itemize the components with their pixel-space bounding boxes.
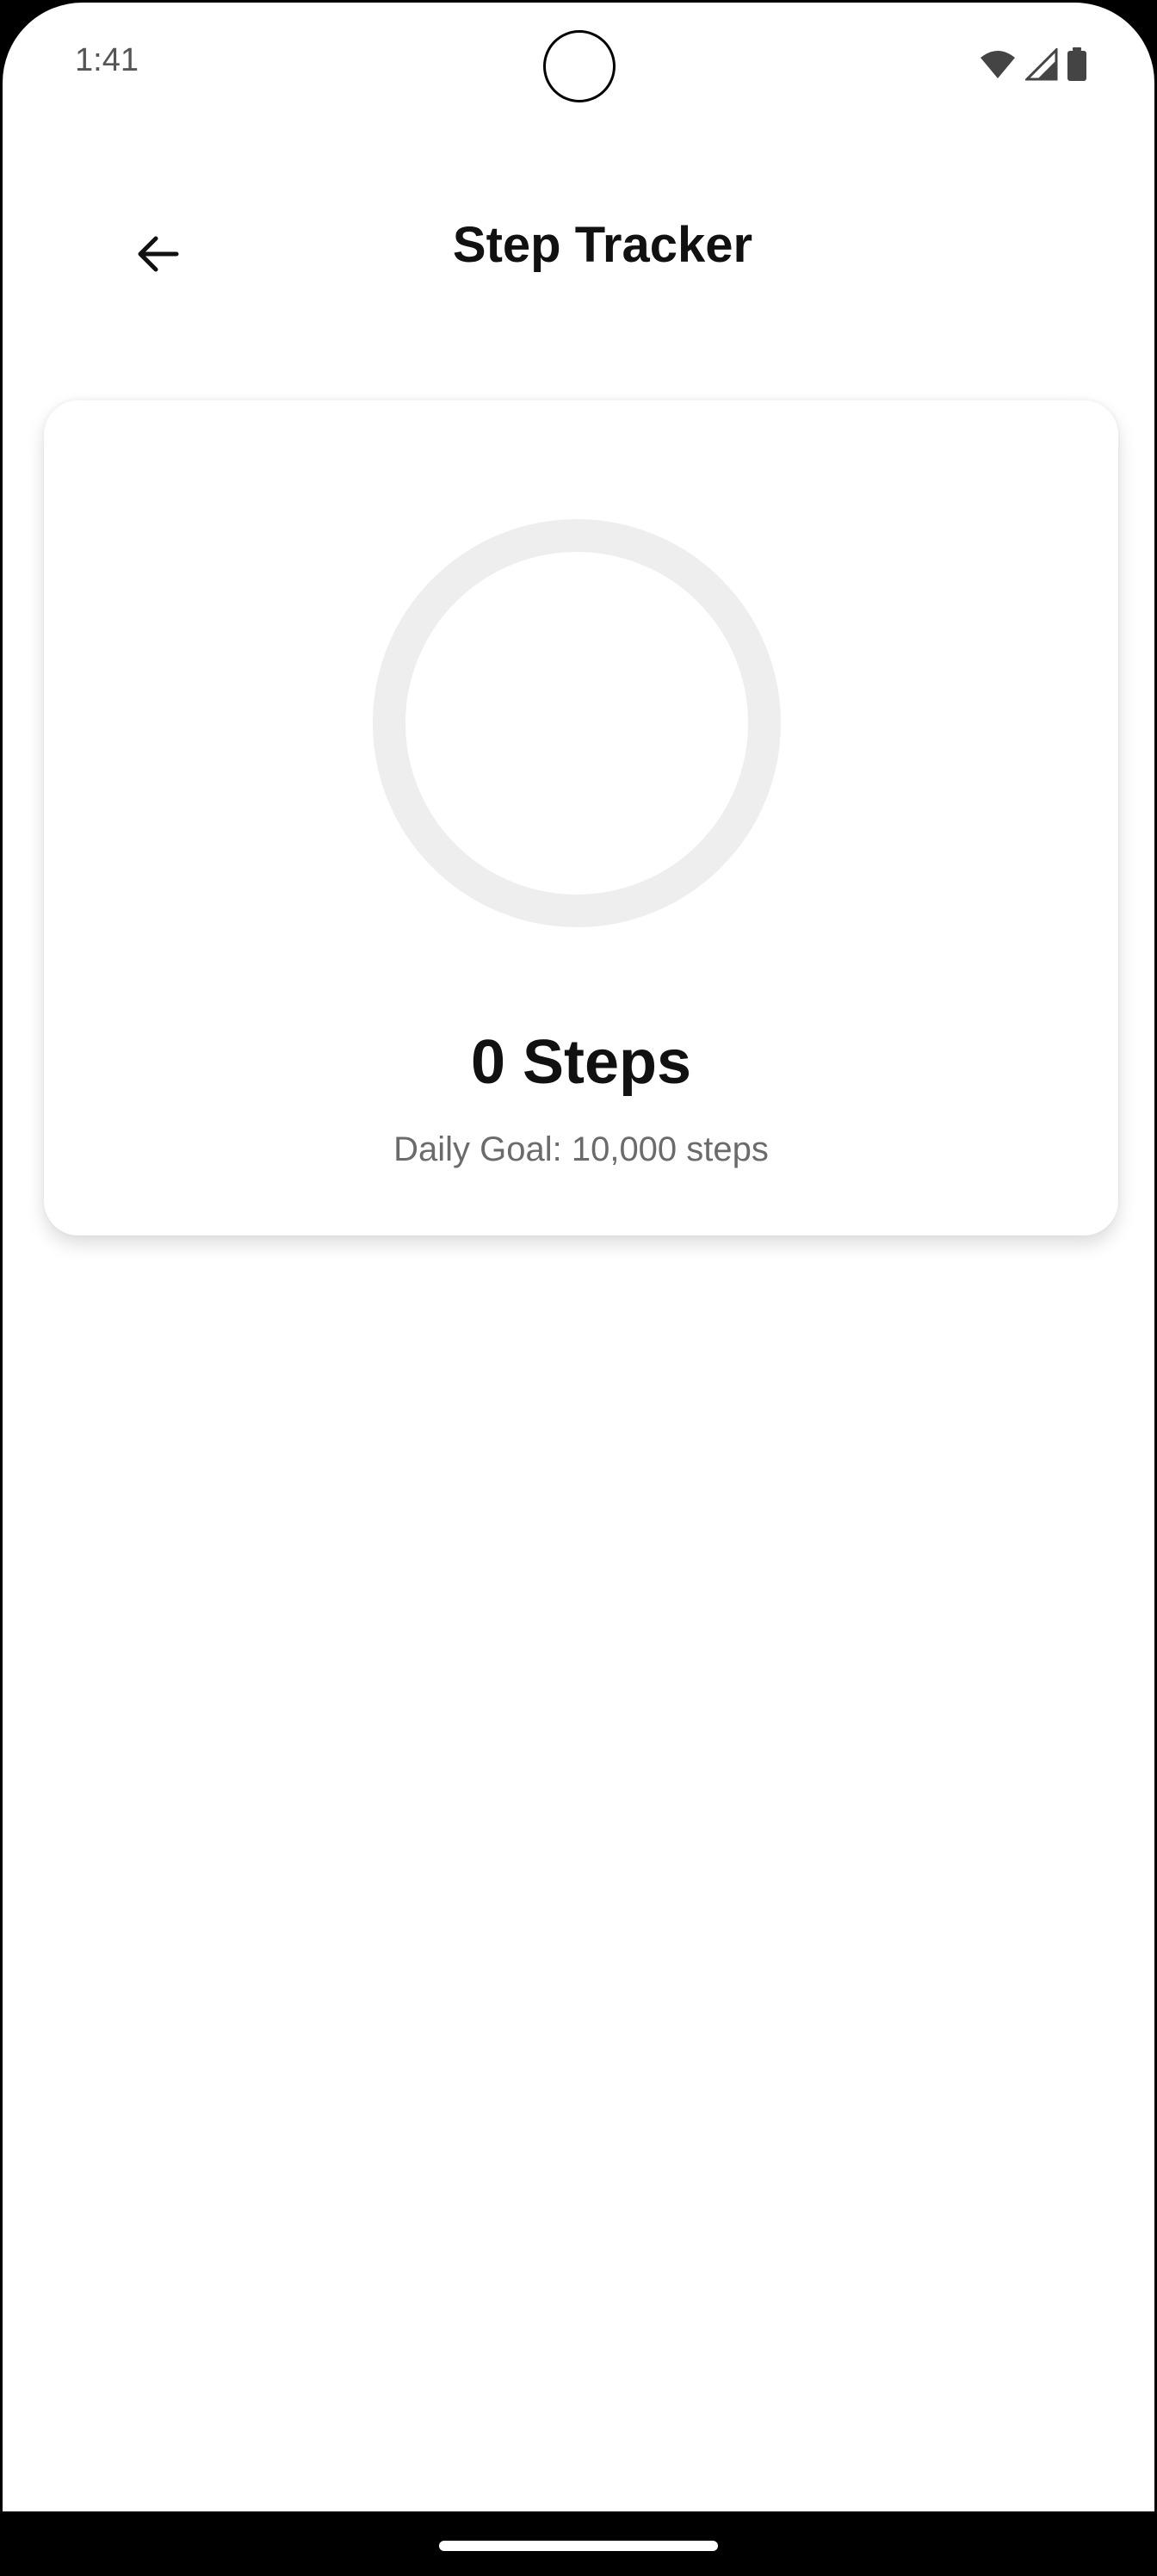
step-card: 0 Steps Daily Goal: 10,000 steps <box>44 400 1118 1235</box>
front-camera <box>543 30 616 102</box>
device-frame: 1:41 Step Tracker 0 Steps Daily Goal: 10… <box>0 0 1157 2576</box>
wifi-icon <box>981 51 1015 78</box>
progress-ring-track <box>373 519 781 927</box>
page-title: Step Tracker <box>452 217 753 273</box>
status-icons <box>979 47 1087 82</box>
progress-ring <box>373 519 781 927</box>
app-screen: 1:41 Step Tracker 0 Steps Daily Goal: 10… <box>0 0 1157 2514</box>
steps-count: 0 Steps <box>470 1028 692 1097</box>
daily-goal: Daily Goal: 10,000 steps <box>393 1130 769 1168</box>
status-time: 1:41 <box>75 42 139 78</box>
gesture-handle[interactable] <box>439 2541 718 2551</box>
app-bar: Step Tracker <box>3 192 1154 304</box>
cell-signal-icon <box>1025 48 1058 81</box>
battery-icon <box>1067 47 1086 81</box>
